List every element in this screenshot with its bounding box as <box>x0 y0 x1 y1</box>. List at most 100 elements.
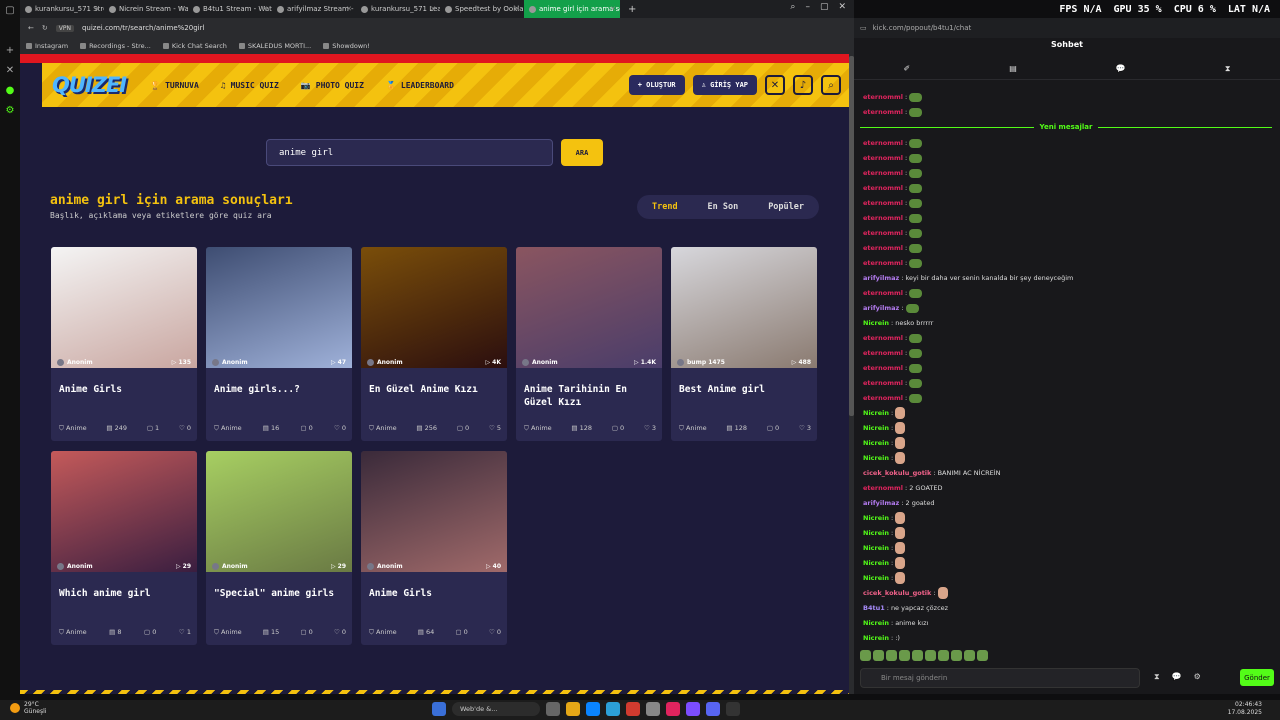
chat-message[interactable]: eternomml: <box>863 198 923 208</box>
reload-icon[interactable]: ↻ <box>42 24 48 32</box>
chat-message[interactable]: eternomml: <box>863 138 923 148</box>
chat-message[interactable]: Nicrein: <box>863 407 906 419</box>
chat-bubble-icon[interactable]: 💬 <box>1172 672 1182 682</box>
quiz-thumbnail[interactable] <box>206 247 352 368</box>
chat-message[interactable]: Nicrein: <box>863 512 906 524</box>
quiz-card[interactable]: Anonim ▷ 40 Anime Girls ⛉ Anime ▤ 64 ▢ 0 ♡ 0 <box>361 451 507 645</box>
app-icon[interactable] <box>646 702 660 716</box>
app-icon[interactable] <box>686 702 700 716</box>
search-button[interactable]: ARA <box>561 139 603 166</box>
nav-item[interactable]: 🏆 TURNUVA <box>150 81 199 90</box>
browser-tab[interactable]: kurankursu_571 Strea✕ <box>20 0 104 18</box>
app-icon[interactable] <box>546 702 560 716</box>
translate-icon[interactable]: ✕ <box>765 75 785 95</box>
chat-username[interactable]: eternomml <box>863 244 903 252</box>
app-icon[interactable] <box>706 702 720 716</box>
tab-close-icon[interactable]: ✕ <box>94 5 100 13</box>
chat-username[interactable]: Nicrein <box>863 454 889 462</box>
chat-username[interactable]: eternomml <box>863 484 903 492</box>
tab-close-icon[interactable]: ✕ <box>430 5 436 13</box>
chat-username[interactable]: eternomml <box>863 184 903 192</box>
bookmark-item[interactable]: Showdown! <box>323 42 370 50</box>
quiz-thumbnail[interactable] <box>361 451 507 572</box>
chat-username[interactable]: eternomml <box>863 289 903 297</box>
chat-username[interactable]: Nicrein <box>863 439 889 447</box>
browser-tab[interactable]: anime girl için arama son ✕ <box>524 0 620 18</box>
weather-widget[interactable]: 29°C Güneşli <box>10 701 46 715</box>
quiz-title[interactable]: Anime Girls <box>369 587 499 600</box>
chat-username[interactable]: Nicrein <box>863 619 889 627</box>
quiz-card[interactable]: bump 1475 ▷ 488 Best Anime girl ⛉ Anime ▤ 12… <box>671 247 817 441</box>
chat-username[interactable]: Nicrein <box>863 424 889 432</box>
chat-username[interactable]: cicek_kokulu_gotik <box>863 469 931 477</box>
bell-icon[interactable]: ♪ <box>793 75 813 95</box>
quiz-thumbnail[interactable] <box>361 247 507 368</box>
url-field[interactable]: quizei.com/tr/search/anime%20girl <box>82 24 204 32</box>
quiz-card[interactable]: Anonim ▷ 1.4K Anime Tarihinin En Güzel Kız… <box>516 247 662 441</box>
start-icon[interactable] <box>432 702 446 716</box>
chat-message[interactable]: Nicrein: <box>863 527 906 539</box>
tab-close-icon[interactable]: ✕ <box>610 5 616 13</box>
chat-username[interactable]: eternomml <box>863 349 903 357</box>
status-dot-icon[interactable]: ● <box>0 80 20 100</box>
author-badge[interactable]: Anonim <box>367 563 403 570</box>
bookmark-item[interactable]: Kick Chat Search <box>163 42 227 50</box>
chat-username[interactable]: Nicrein <box>863 559 889 567</box>
bookmark-item[interactable]: SKALEDUS MORTI... <box>239 42 311 50</box>
app-icon[interactable] <box>606 702 620 716</box>
category-tag[interactable]: ⛉ Anime <box>369 628 397 637</box>
chat-message[interactable]: eternomml: <box>863 168 923 178</box>
chat-message[interactable]: cicek_kokulu_gotik: <box>863 587 948 599</box>
chat-tab-icon[interactable]: ▭ <box>860 24 867 32</box>
quiz-card[interactable]: Anonim ▷ 135 Anime Girls ⛉ Anime ▤ 249 ▢ 1 ♡ 0 <box>51 247 197 441</box>
category-tag[interactable]: ⛉ Anime <box>524 424 552 433</box>
new-tab-button[interactable]: + <box>620 4 644 15</box>
tab-close-icon[interactable]: ✕ <box>262 5 268 13</box>
chat-tool-tab[interactable]: 💬 <box>1116 64 1126 79</box>
category-tag[interactable]: ⛉ Anime <box>214 628 242 637</box>
chat-username[interactable]: eternomml <box>863 334 903 342</box>
login-button[interactable]: ♙ GİRİŞ YAP <box>692 75 757 95</box>
chat-message[interactable]: arifyilmaz:2 goated <box>863 498 934 508</box>
quiz-card[interactable]: Anonim ▷ 47 Anime girls...? ⛉ Anime ▤ 16 ▢ 0 ♡… <box>206 247 352 441</box>
sort-tab[interactable]: Popüler <box>768 202 804 212</box>
chat-username[interactable]: eternomml <box>863 154 903 162</box>
quiz-thumbnail[interactable] <box>206 451 352 572</box>
app-icon[interactable] <box>666 702 680 716</box>
chat-message[interactable]: Nicrein: nesko brrrrr <box>863 318 933 328</box>
chat-tool-tab[interactable]: ▤ <box>1009 64 1017 79</box>
chat-input[interactable]: Bir mesaj gönderin <box>860 668 1140 688</box>
gear-icon[interactable]: ⚙ <box>1194 672 1201 682</box>
chat-message[interactable]: Nicrein: <box>863 452 906 464</box>
chat-username[interactable]: eternomml <box>863 394 903 402</box>
plus-icon[interactable]: + <box>0 40 20 60</box>
chat-username[interactable]: eternomml <box>863 108 903 116</box>
chat-username[interactable]: eternomml <box>863 139 903 147</box>
chat-message[interactable]: eternomml: <box>863 393 923 403</box>
chat-message[interactable]: Nicrein: <box>863 422 906 434</box>
chat-username[interactable]: eternomml <box>863 169 903 177</box>
chat-username[interactable]: arifyilmaz <box>863 304 899 312</box>
vpn-badge[interactable]: VPN <box>55 24 74 32</box>
chat-message[interactable]: Nicrein: <box>863 557 906 569</box>
app-icon[interactable] <box>626 702 640 716</box>
app-icon[interactable] <box>566 702 580 716</box>
category-tag[interactable]: ⛉ Anime <box>59 424 87 433</box>
quiz-title[interactable]: En Güzel Anime Kızı <box>369 383 499 396</box>
quiz-title[interactable]: Best Anime girl <box>679 383 809 396</box>
close-icon[interactable]: ✕ <box>838 2 846 12</box>
chat-username[interactable]: Nicrein <box>863 319 889 327</box>
chat-message[interactable]: eternomml: <box>863 107 923 117</box>
author-badge[interactable]: bump 1475 <box>677 359 725 366</box>
chat-message[interactable]: eternomml: <box>863 153 923 163</box>
chat-message[interactable]: eternomml: <box>863 243 923 253</box>
chat-username[interactable]: Nicrein <box>863 409 889 417</box>
sort-tab[interactable]: En Son <box>708 202 739 212</box>
browser-tab[interactable]: Nicrein Stream - Watch L✕ <box>104 0 188 18</box>
chat-message[interactable]: arifyilmaz: <box>863 303 919 313</box>
author-badge[interactable]: Anonim <box>57 563 93 570</box>
category-tag[interactable]: ⛉ Anime <box>214 424 242 433</box>
chat-username[interactable]: arifyilmaz <box>863 499 899 507</box>
sort-tab[interactable]: Trend <box>652 202 678 212</box>
browser-tab[interactable]: B4tu1 Stream - Watch Liv✕ <box>188 0 272 18</box>
